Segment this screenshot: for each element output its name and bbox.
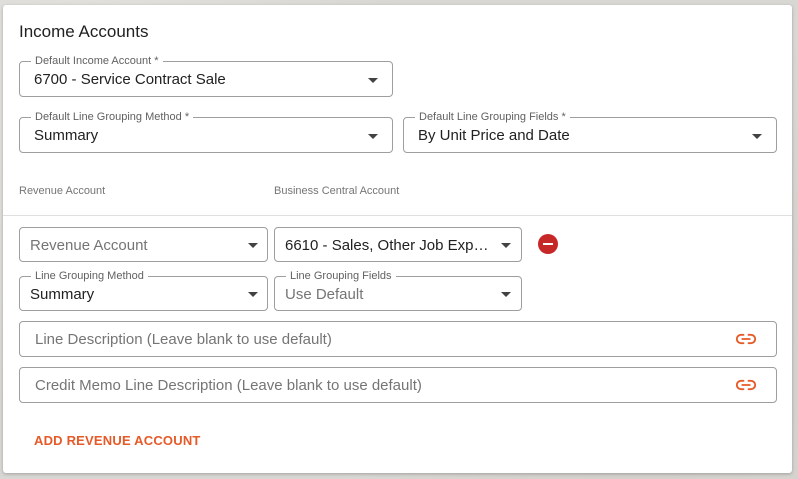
business-central-account-select[interactable]: 6610 - Sales, Other Job Expen... [274,227,522,262]
divider [3,215,792,216]
line-grouping-method-select[interactable]: Line Grouping Method Summary [19,270,268,311]
section-title: Income Accounts [19,22,149,41]
add-revenue-account-button[interactable]: ADD REVENUE ACCOUNT [34,433,201,448]
default-line-grouping-method-value: Summary [34,127,99,144]
default-income-account-value: 6700 - Service Contract Sale [34,71,226,88]
column-header-business-central-account: Business Central Account [274,185,400,197]
default-line-grouping-method-select[interactable]: Default Line Grouping Method * Summary [19,111,393,153]
line-description-input[interactable]: Line Description (Leave blank to use def… [19,321,777,357]
default-income-account-select[interactable]: Default Income Account * 6700 - Service … [19,55,393,97]
default-line-grouping-method-label: Default Line Grouping Method * [31,111,194,123]
chevron-down-icon [501,292,511,297]
business-central-account-value: 6610 - Sales, Other Job Expen... [285,237,495,254]
line-description-placeholder: Line Description (Leave blank to use def… [35,331,332,348]
line-grouping-method-label: Line Grouping Method [31,270,148,282]
chevron-down-icon [752,134,762,139]
default-line-grouping-fields-label: Default Line Grouping Fields * [415,111,570,123]
line-grouping-fields-label: Line Grouping Fields [286,270,396,282]
credit-memo-line-description-input[interactable]: Credit Memo Line Description (Leave blan… [19,367,777,403]
link-icon[interactable] [736,332,756,346]
credit-memo-line-description-placeholder: Credit Memo Line Description (Leave blan… [35,377,422,394]
chevron-down-icon [501,243,511,248]
line-grouping-fields-value: Use Default [285,286,364,303]
default-line-grouping-fields-value: By Unit Price and Date [418,127,570,144]
revenue-account-placeholder: Revenue Account [30,237,148,254]
chevron-down-icon [248,243,258,248]
link-icon[interactable] [736,378,756,392]
line-grouping-method-value: Summary [30,286,95,303]
income-accounts-card: Income Accounts Default Income Account *… [3,5,792,473]
chevron-down-icon [368,78,378,83]
revenue-account-select[interactable]: Revenue Account [19,227,268,262]
chevron-down-icon [248,292,258,297]
remove-row-button[interactable] [538,234,558,254]
default-line-grouping-fields-select[interactable]: Default Line Grouping Fields * By Unit P… [403,111,777,153]
chevron-down-icon [368,134,378,139]
column-header-revenue-account: Revenue Account [19,185,106,197]
default-income-account-label: Default Income Account * [31,55,163,67]
line-grouping-fields-select[interactable]: Line Grouping Fields Use Default [274,270,522,311]
